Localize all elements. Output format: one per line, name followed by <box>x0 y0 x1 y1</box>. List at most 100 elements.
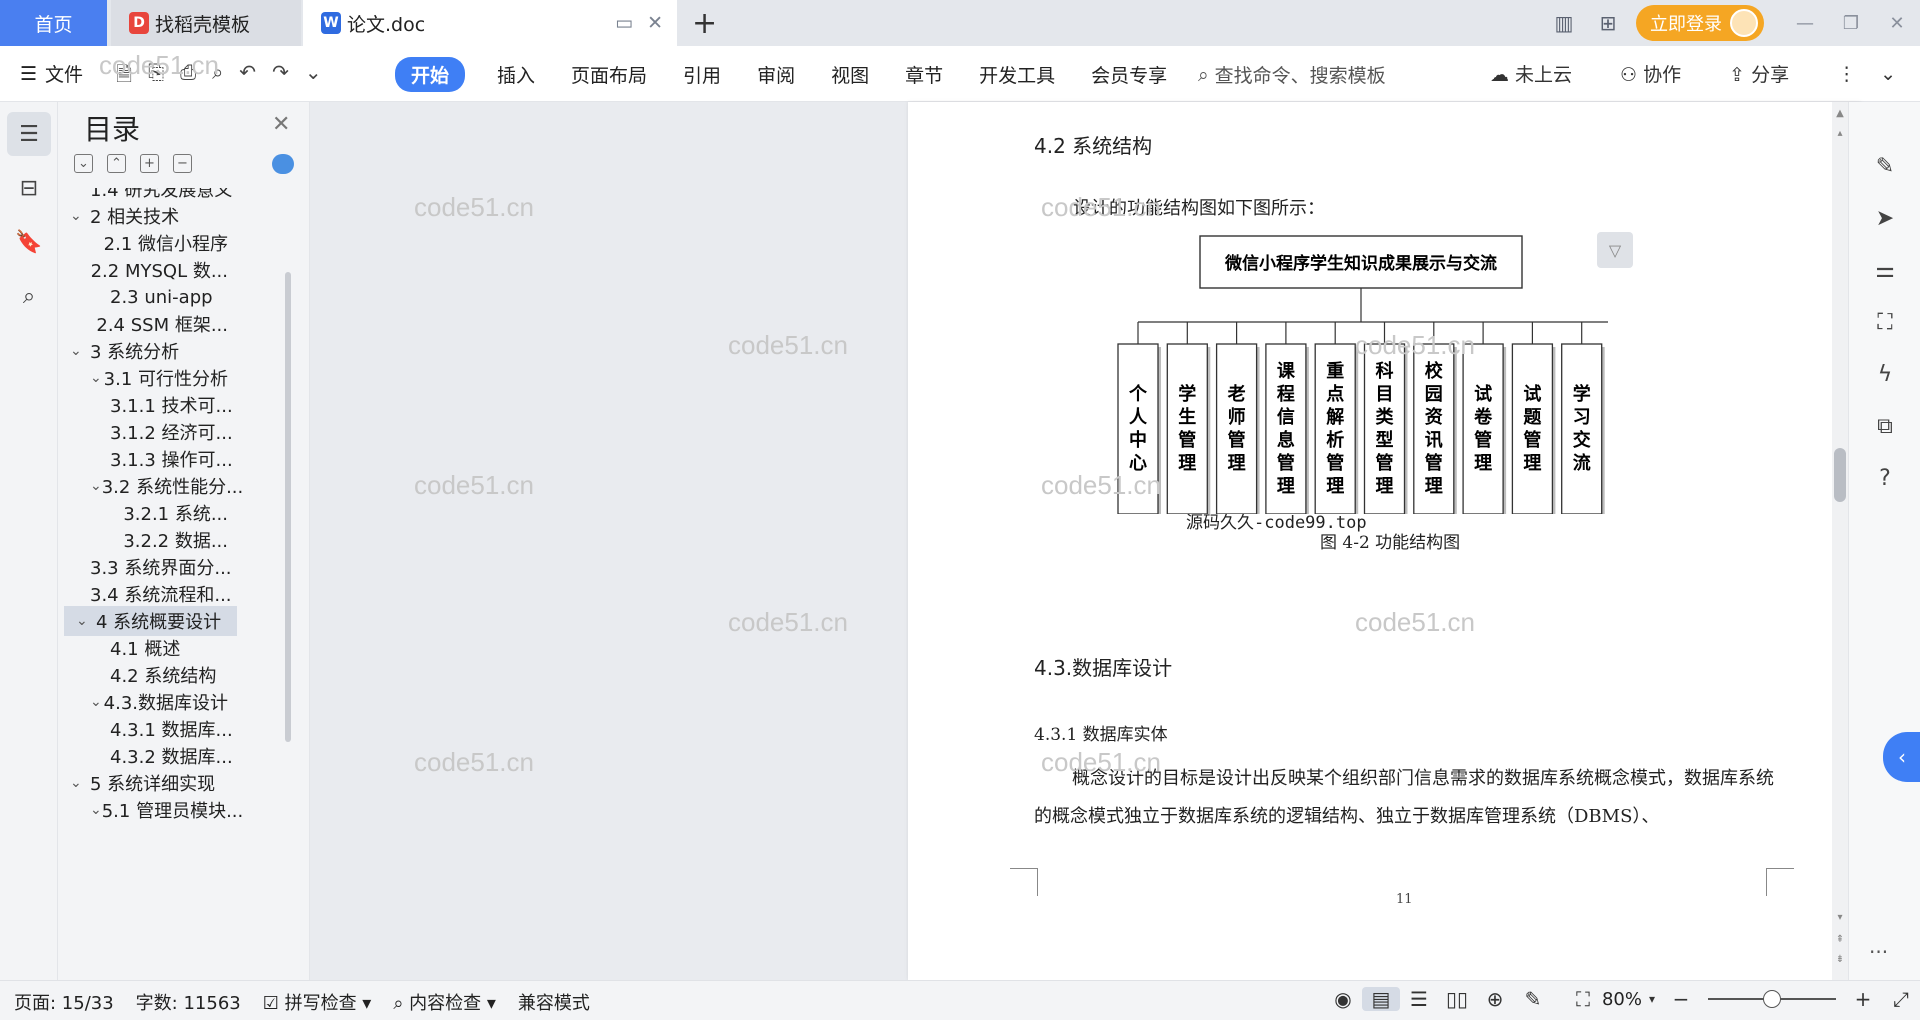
page-indicator[interactable]: 页面: 15/33 <box>14 989 114 1015</box>
toc-item[interactable]: 3.4 系统流程和... <box>58 579 232 609</box>
print-preview-icon[interactable]: ⌕ <box>212 60 223 94</box>
chevron-down-icon[interactable]: ⌄ <box>76 613 96 629</box>
toc-item[interactable]: ⌄ 5 系统详细实现 <box>58 768 228 798</box>
scroll-thumb[interactable] <box>1834 448 1846 502</box>
spell-check-button[interactable]: ☑ 拼写检查 ▾ <box>263 989 372 1015</box>
scroll-up-icon[interactable]: ▴ <box>1832 128 1848 139</box>
login-button[interactable]: 立即登录 <box>1636 5 1764 41</box>
add-heading-icon[interactable]: + <box>140 154 159 173</box>
zoom-dropdown-icon[interactable]: ▾ <box>1642 992 1662 1006</box>
toc-item[interactable]: 3.2.2 数据... <box>58 525 228 555</box>
ribbon-tab-layout[interactable]: 页面布局 <box>553 57 665 92</box>
toc-item[interactable]: ⌄ 5.1 管理员模块... <box>58 795 243 825</box>
toc-item[interactable]: 3.3 系统界面分... <box>58 552 232 582</box>
help-icon[interactable]: ? <box>1869 462 1901 494</box>
web-view-icon[interactable]: ⊕ <box>1476 987 1514 1011</box>
book-search-icon[interactable]: ⧉ <box>1869 410 1901 442</box>
toc-item[interactable]: 4.3.2 数据库... <box>58 741 233 771</box>
more-horiz-icon[interactable]: ··· <box>1869 940 1888 964</box>
collapse-header-icon[interactable]: ▽ <box>1597 232 1633 268</box>
chevron-down-icon[interactable]: ⌄ <box>70 775 90 791</box>
ribbon-tab-devtools[interactable]: 开发工具 <box>961 57 1073 92</box>
close-window-icon[interactable]: ✕ <box>1874 13 1920 34</box>
toc-item[interactable]: 4.2 系统结构 <box>58 660 228 690</box>
toc-item[interactable]: 2.1 微信小程序 <box>58 228 228 258</box>
toc-item[interactable]: ⌄ 3.2 系统性能分... <box>58 471 243 501</box>
undo-icon[interactable]: ↶ <box>239 60 256 94</box>
redo-icon[interactable]: ↷ <box>272 60 289 94</box>
toc-item[interactable]: ⌄ 4 系统概要设计 <box>64 606 237 636</box>
sliders-icon[interactable]: ⚌ <box>1869 254 1901 286</box>
ribbon-tab-reference[interactable]: 引用 <box>665 57 739 92</box>
write-view-icon[interactable]: ✎ <box>1514 987 1552 1011</box>
chevron-down-icon[interactable]: ⌄ <box>90 370 104 386</box>
chevron-down-icon[interactable]: ⌄ <box>90 802 102 818</box>
fullscreen-icon[interactable]: ⤢ <box>1882 987 1920 1011</box>
tab-template[interactable]: D 找稻壳模板 <box>111 0 301 46</box>
print-icon[interactable]: ⎙ <box>180 60 196 94</box>
next-page-icon[interactable]: ⇟ <box>1832 954 1848 965</box>
chevron-down-icon[interactable]: ⌄ <box>305 60 322 94</box>
toc-item[interactable]: 3.1.3 操作可... <box>58 444 233 474</box>
toc-item[interactable]: 2.3 uni-app <box>58 282 228 312</box>
collapse-all-icon[interactable]: ⌃ <box>107 154 126 173</box>
ribbon-tab-chapter[interactable]: 章节 <box>887 57 961 92</box>
tab-home[interactable]: 首页 <box>0 0 107 46</box>
word-count[interactable]: 字数: 11563 <box>136 989 241 1015</box>
close-tab-icon[interactable]: ✕ <box>647 12 663 34</box>
toc-item[interactable]: 4.3.1 数据库... <box>58 714 233 744</box>
prev-page-icon[interactable]: ⇞ <box>1832 934 1848 945</box>
chevron-down-icon[interactable]: ⌄ <box>70 208 90 224</box>
cloud-status-button[interactable]: ☁ 未上云 <box>1490 60 1596 87</box>
chevron-down-icon[interactable]: ⌄ <box>90 478 102 494</box>
chevron-down-icon[interactable]: ⌄ <box>90 694 104 710</box>
zoom-slider[interactable] <box>1708 990 1836 1008</box>
ribbon-tab-view[interactable]: 视图 <box>813 57 887 92</box>
command-search[interactable]: ⌕ 查找命令、搜索模板 <box>1198 61 1386 88</box>
toc-item[interactable]: 3.1.1 技术可... <box>58 390 233 420</box>
ribbon-tab-member[interactable]: 会员专享 <box>1073 57 1185 92</box>
close-icon[interactable]: ✕ <box>272 112 290 137</box>
toc-item[interactable]: 2.4 SSM 框架... <box>58 309 228 339</box>
bookmark-icon[interactable]: 🔖 <box>7 220 51 264</box>
toc-item[interactable]: ⌄ 4.3.数据库设计 <box>58 687 228 717</box>
toc-item[interactable]: ⌄ 3 系统分析 <box>58 336 228 366</box>
content-check-button[interactable]: ⌕ 内容检查 ▾ <box>393 989 496 1015</box>
file-menu[interactable]: ☰ 文件 <box>20 60 83 87</box>
document-page[interactable]: 4.2 系统结构 设计的功能结构图如下图所示： 微信小程序学生知识成果展示与交流… <box>908 102 1861 980</box>
toc-item[interactable]: 4.1 概述 <box>58 633 228 663</box>
toc-panel-icon[interactable]: ☰ <box>7 112 51 156</box>
more-vert-icon[interactable]: ⋮ <box>1837 63 1856 85</box>
apps-grid-icon[interactable]: ⊞ <box>1586 11 1630 35</box>
vertical-scrollbar[interactable]: ▲ ▴ ▾ ⇞ ⇟ <box>1832 102 1848 980</box>
zoom-slider-knob[interactable] <box>1763 990 1781 1008</box>
save-icon[interactable]: 🗎 <box>116 60 132 94</box>
page-view-icon[interactable]: ▤ <box>1361 987 1400 1011</box>
expand-all-icon[interactable]: ⌄ <box>74 154 93 173</box>
chevron-down-icon[interactable]: ⌄ <box>70 343 90 359</box>
expand-panel-button[interactable]: ‹ <box>1883 732 1920 782</box>
restore-icon[interactable]: ❐ <box>1828 13 1874 34</box>
toc-item[interactable]: 3.1.2 经济可... <box>58 417 233 447</box>
ribbon-tab-review[interactable]: 审阅 <box>739 57 813 92</box>
monitor-icon[interactable]: ▭ <box>615 12 633 34</box>
ai-assistant-icon[interactable] <box>272 154 294 174</box>
collapse-ribbon-icon[interactable]: ⌄ <box>1880 63 1896 85</box>
new-tab-button[interactable]: + <box>692 6 717 41</box>
cursor-icon[interactable]: ➤ <box>1869 202 1901 234</box>
toc-scrollbar[interactable] <box>285 272 291 742</box>
scroll-top-icon[interactable]: ▲ <box>1832 108 1848 119</box>
fit-page-icon[interactable]: ⛶ <box>1564 987 1602 1011</box>
outline-view-icon[interactable]: ☰ <box>1400 987 1438 1011</box>
export-icon[interactable]: ⎘ <box>148 60 164 94</box>
toc-item[interactable]: ⌄ 3.1 可行性分析 <box>58 363 228 393</box>
layout-icon[interactable]: ▥ <box>1542 11 1586 35</box>
outline-icon[interactable]: ⊟ <box>7 166 51 210</box>
scroll-down-icon[interactable]: ▾ <box>1832 912 1848 923</box>
toc-item[interactable]: 3.2.1 系统... <box>58 498 228 528</box>
pen-icon[interactable]: ✎ <box>1869 150 1901 182</box>
toc-item[interactable]: ⌄ 2 相关技术 <box>58 201 228 231</box>
read-view-icon[interactable]: ▯▯ <box>1438 987 1476 1011</box>
minimize-icon[interactable]: — <box>1782 13 1828 34</box>
ribbon-tab-insert[interactable]: 插入 <box>479 57 553 92</box>
